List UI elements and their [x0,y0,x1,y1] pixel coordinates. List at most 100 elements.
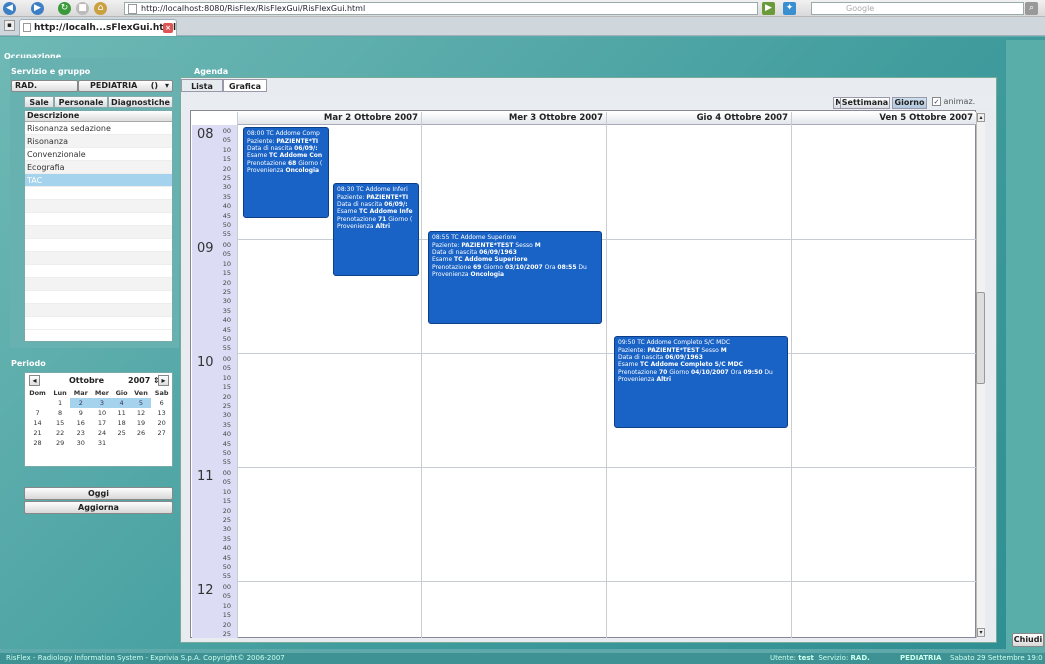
day-selected[interactable]: 2 [70,398,92,408]
minute-label: 00 [222,469,231,477]
search-field[interactable]: Google [811,2,1024,15]
tab-lista[interactable]: Lista [181,79,223,92]
hour-divider [237,467,976,468]
day[interactable]: 1 [50,398,70,408]
tab-sale[interactable]: Sale [24,96,54,108]
day[interactable]: 7 [25,408,50,418]
day[interactable]: 13 [151,408,172,418]
day[interactable]: 25 [113,428,131,438]
scroll-down-icon[interactable]: ▾ [977,628,985,637]
day[interactable]: 26 [131,428,152,438]
back-icon[interactable]: ◀ [3,2,16,15]
tab-grafica[interactable]: Grafica [223,79,267,92]
appointment-event[interactable]: 08:55 TC Addome Superiore Paziente: PAZI… [428,231,602,324]
minute-label: 25 [222,630,231,639]
tab-personale[interactable]: Personale [54,96,108,108]
day[interactable]: 30 [70,438,91,448]
day-selected[interactable]: 3 [91,398,113,408]
list-item[interactable]: Risonanza sedazione [25,122,172,135]
close-button[interactable]: Chiudi [1012,633,1044,647]
view-day-button[interactable]: Giorno [892,97,927,109]
day[interactable]: 16 [70,418,91,428]
group-count: () [150,81,158,90]
day[interactable]: 27 [151,428,172,438]
bookmark-icon[interactable]: ✦ [783,2,796,15]
day[interactable]: 18 [113,418,131,428]
column-divider [606,112,607,638]
appointment-event[interactable]: 09:50 TC Addome Completo S/C MDC Pazient… [614,336,788,428]
stop-icon[interactable]: ■ [76,2,89,15]
department-value: RAD. [15,81,38,90]
minute-label: 15 [222,611,231,620]
service-group-title: Servizio e gruppo [11,67,91,76]
search-icon[interactable]: ⌕ [1025,2,1038,15]
appointment-event[interactable]: 08:30 TC Addome Inferi Paziente: PAZIENT… [333,183,419,276]
weekday: Gio [115,389,128,397]
forward-icon[interactable]: ▶ [31,2,44,15]
day[interactable] [113,438,131,448]
tab-list-icon[interactable]: ▪ [4,20,15,31]
group-combo[interactable]: PEDIATRIA () ▾ [78,80,173,92]
empty-row [25,252,172,265]
home-icon[interactable]: ⌂ [94,2,107,15]
day[interactable]: 21 [25,428,50,438]
day[interactable]: 15 [50,418,70,428]
go-icon[interactable]: ▶ [762,2,775,15]
day[interactable]: 24 [91,428,112,438]
day[interactable]: 20 [151,418,172,428]
day[interactable]: 31 [91,438,112,448]
day[interactable]: 14 [25,418,50,428]
view-week-button[interactable]: Settimana [840,97,890,109]
day[interactable]: 23 [70,428,91,438]
animate-label: animaz. [943,97,976,106]
scrollbar-thumb[interactable] [976,292,985,384]
day[interactable]: 17 [91,418,112,428]
year-stepper[interactable]: 2007 ⇕ [128,376,160,385]
day[interactable]: 9 [70,408,91,418]
reload-icon[interactable]: ↻ [58,2,71,15]
list-item-selected[interactable]: TAC [25,174,172,187]
prev-month-icon[interactable]: ◂ [29,375,40,386]
event-title: 08:30 TC Addome Inferi [337,186,408,193]
day[interactable]: 12 [131,408,152,418]
url-field[interactable]: http://localhost:8080/RisFlex/RisFlexGui… [124,2,758,15]
calendar-grid: Dom Lun Mar Mer Gio Ven Sab 123456 7 8 9 10 11 12 13… [25,388,172,448]
appointment-event[interactable]: 08:00 TC Addome Comp Paziente: PAZIENTE*… [243,127,329,218]
minute-label: 15 [222,497,231,506]
minute-label: 30 [222,183,231,192]
animate-checkbox[interactable]: ✓ animaz. [932,97,982,109]
day-header: Mar 2 Ottobre 2007 [323,113,418,123]
minute-label: 10 [222,487,231,496]
tab-diagnostiche[interactable]: Diagnostiche [108,96,173,108]
empty-row [25,304,172,317]
weekday: Dom [29,389,46,397]
refresh-button[interactable]: Aggiorna [24,501,173,514]
day[interactable]: 10 [91,408,112,418]
day[interactable]: 6 [151,398,172,408]
day[interactable] [131,438,152,448]
today-button[interactable]: Oggi [24,487,173,500]
day[interactable]: 8 [50,408,70,418]
day[interactable]: 19 [131,418,152,428]
scroll-up-icon[interactable]: ▴ [977,113,985,122]
day[interactable] [25,398,50,408]
day[interactable] [151,438,172,448]
close-tab-icon[interactable]: × [163,23,173,33]
day[interactable]: 28 [25,438,50,448]
day-selected[interactable]: 4 [112,398,131,408]
list-item[interactable]: Risonanza [25,135,172,148]
column-divider [237,112,238,638]
department-combo[interactable]: RAD. [11,80,78,92]
list-item[interactable]: Convenzionale [25,148,172,161]
day[interactable]: 29 [50,438,70,448]
day[interactable]: 22 [50,428,70,438]
empty-row [25,226,172,239]
day[interactable]: 11 [113,408,131,418]
browser-tab[interactable]: http://localh...sFlexGui.html × [19,19,177,36]
list-item[interactable]: Ecografia [25,161,172,174]
next-month-icon[interactable]: ▸ [158,375,169,386]
day-selected[interactable]: 5 [130,398,152,408]
list-header: Descrizione [25,111,172,122]
event-line: Paziente: PAZIENTE*TI [247,138,319,145]
minute-label: 55 [222,230,231,239]
